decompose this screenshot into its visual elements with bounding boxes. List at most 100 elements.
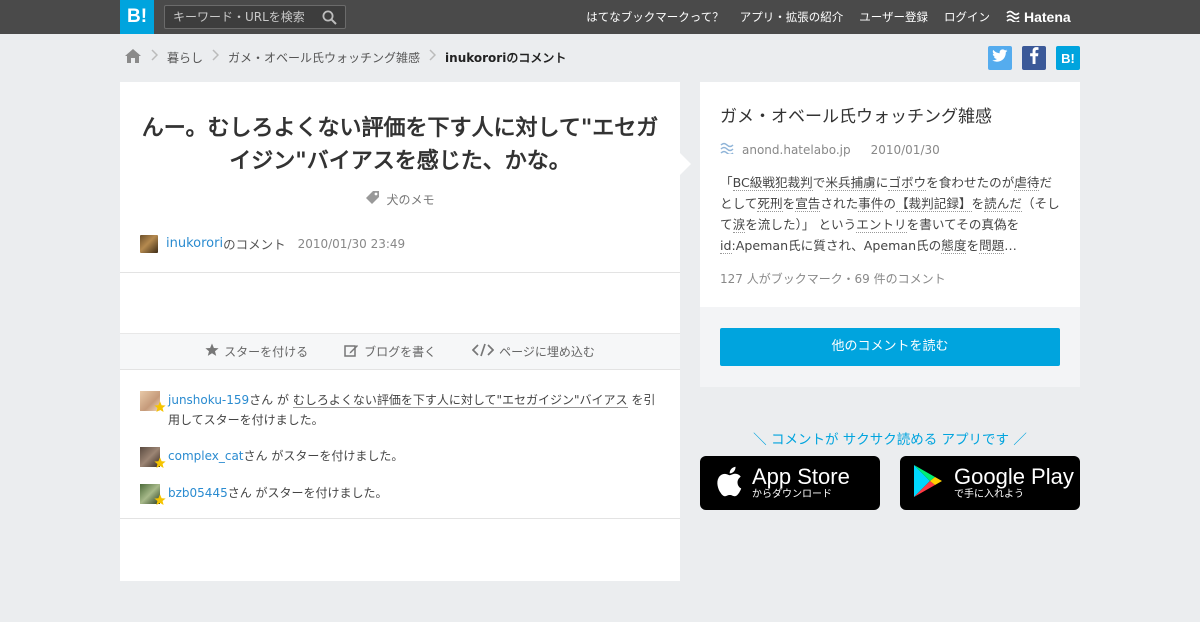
share-buttons: B! xyxy=(988,46,1080,70)
star-text: complex_catさん がスターを付けました。 xyxy=(168,449,404,463)
star-row: bzb05445さん がスターを付けました。 xyxy=(140,483,660,506)
entry-domain[interactable]: anond.hatelabo.jp xyxy=(742,143,851,157)
keyword-link[interactable]: 死刑 xyxy=(757,196,783,212)
star-username[interactable]: junshoku-159 xyxy=(168,393,249,407)
star-text: junshoku-159さん が むしろよくない評価を下す人に対して"エセガイジ… xyxy=(168,393,656,427)
entry-excerpt: 「BC級戦犯裁判で米兵捕虜にゴボウを食わせたのが虐待だとして死刑を宣告された事件… xyxy=(720,172,1060,256)
nav-about[interactable]: はてなブックマークって？ xyxy=(586,9,723,25)
tag-label: 犬のメモ xyxy=(386,192,435,207)
search-box[interactable] xyxy=(164,5,346,29)
star-icon xyxy=(205,343,219,360)
comment-header: んー。むしろよくない評価を下す人に対して"エセガイジン"バイアスを感じた、かな。… xyxy=(120,82,680,273)
keyword-link[interactable]: 虐待 xyxy=(1014,175,1040,191)
star-username[interactable]: bzb05445 xyxy=(168,486,228,500)
star-text: bzb05445さん がスターを付けました。 xyxy=(168,486,388,500)
footer-strip xyxy=(0,622,1200,630)
excerpt-text: 「 xyxy=(720,175,733,190)
author-suffix: のコメント xyxy=(223,237,286,252)
google-play-button[interactable]: Google Play で手に入れよう xyxy=(900,456,1080,510)
keyword-link[interactable]: 事件 xyxy=(858,196,884,212)
breadcrumb-current: inukororiのコメント xyxy=(445,50,567,65)
keyword-link[interactable]: 宣告 xyxy=(795,196,821,212)
avatar[interactable] xyxy=(140,484,166,506)
facebook-icon xyxy=(1029,47,1039,69)
breadcrumb-chevron-icon xyxy=(429,49,437,65)
keyword-link[interactable]: 米兵捕虜 xyxy=(825,175,876,191)
star-icon xyxy=(154,399,166,419)
write-blog-label: ブログを書く xyxy=(364,345,437,359)
star-icon xyxy=(154,492,166,512)
excerpt-text: を食わせたのが xyxy=(926,175,1015,190)
write-blog-button[interactable]: ブログを書く xyxy=(344,343,436,361)
embed-button[interactable]: ページに埋め込む xyxy=(471,343,595,360)
top-bar: B! はてなブックマークって？ アプリ・拡張の紹介 ユーザー登録 ログイン Ha… xyxy=(0,0,1200,34)
comment-author: inukorori のコメント 2010/01/30 23:49 xyxy=(140,234,405,253)
read-more-area: 他のコメントを読む xyxy=(700,307,1080,387)
star-quote[interactable]: むしろよくない評価を下す人に対して"エセガイジン"バイアス xyxy=(292,393,628,408)
google-play-text: Google Play で手に入れよう xyxy=(954,464,1074,501)
search-icon[interactable] xyxy=(322,10,337,29)
comment-text: んー。むしろよくない評価を下す人に対して"エセガイジン"バイアスを感じた、かな。 xyxy=(141,116,659,174)
excerpt-text: を流した）」 という xyxy=(745,217,857,232)
breadcrumb-chevron-icon xyxy=(151,49,159,65)
keyword-link[interactable]: BC級戦犯裁判 xyxy=(732,175,813,191)
author-username[interactable]: inukorori xyxy=(166,236,223,251)
avatar[interactable] xyxy=(140,391,166,413)
star-row: complex_catさん がスターを付けました。 xyxy=(140,446,660,469)
facebook-share-button[interactable] xyxy=(1022,46,1046,70)
app-store-button[interactable]: App Store からダウンロード xyxy=(700,456,880,510)
excerpt-text: に xyxy=(875,175,889,190)
breadcrumb: 暮らし ガメ・オベール氏ウォッチング雑感 inukororiのコメント xyxy=(124,46,566,68)
avatar[interactable] xyxy=(140,447,166,469)
hatena-brand-link[interactable]: Hatena xyxy=(1006,0,1071,34)
tag-icon xyxy=(365,190,380,208)
star-row: junshoku-159さん が むしろよくない評価を下す人に対して"エセガイジ… xyxy=(140,390,660,430)
keyword-link[interactable]: 【裁判記録】 xyxy=(895,196,972,212)
entry-title[interactable]: ガメ・オベール氏ウォッチング雑感 xyxy=(720,102,992,127)
add-star-button[interactable]: スターを付ける xyxy=(205,343,308,360)
breadcrumb-entry[interactable]: ガメ・オベール氏ウォッチング雑感 xyxy=(228,49,420,66)
hatena-bookmark-share-button[interactable]: B! xyxy=(1056,46,1080,70)
app-store-text: App Store からダウンロード xyxy=(752,464,850,501)
code-icon xyxy=(471,343,495,360)
keyword-link[interactable]: 涙 xyxy=(732,217,746,233)
comment-actions: スターを付ける ブログを書く ページに埋め込む xyxy=(120,334,680,370)
home-icon[interactable] xyxy=(124,48,142,67)
excerpt-text: された xyxy=(820,196,859,211)
keyword-link[interactable]: ゴボウ xyxy=(888,175,927,191)
top-nav: はてなブックマークって？ アプリ・拡張の紹介 ユーザー登録 ログイン xyxy=(586,0,990,34)
search-input[interactable] xyxy=(165,6,315,28)
bookmark-counts[interactable]: 127 人がブックマーク・69 件のコメント xyxy=(720,270,946,287)
read-other-comments-button[interactable]: 他のコメントを読む xyxy=(720,328,1060,366)
keyword-link[interactable]: 問題 xyxy=(979,238,1005,254)
apple-icon xyxy=(716,466,742,501)
entry-date: 2010/01/30 xyxy=(870,142,940,157)
app-promo-text: ＼ コメントが サクサク読める アプリです ／ xyxy=(753,432,1027,448)
keyword-link[interactable]: 態度 xyxy=(941,238,967,254)
site-favicon-icon xyxy=(720,142,734,157)
google-play-icon xyxy=(912,464,944,502)
twitter-icon xyxy=(992,48,1008,68)
star-list: junshoku-159さん が むしろよくない評価を下す人に対して"エセガイジ… xyxy=(120,370,680,519)
panel-pointer xyxy=(680,153,691,175)
keyword-link[interactable]: エントリ xyxy=(856,217,907,233)
nav-login[interactable]: ログイン xyxy=(944,9,990,25)
avatar[interactable] xyxy=(140,234,158,253)
star-username[interactable]: complex_cat xyxy=(168,449,244,463)
keyword-link[interactable]: 読んだ xyxy=(984,196,1022,212)
breadcrumb-category[interactable]: 暮らし xyxy=(167,49,203,66)
entry-meta: anond.hatelabo.jp 2010/01/30 xyxy=(720,142,940,157)
comment-date[interactable]: 2010/01/30 23:49 xyxy=(298,237,406,251)
excerpt-text: の xyxy=(883,196,896,211)
excerpt-text: を xyxy=(971,196,985,211)
nav-register[interactable]: ユーザー登録 xyxy=(859,9,928,25)
comment-spacer xyxy=(120,273,680,334)
comment-tag[interactable]: 犬のメモ xyxy=(120,190,680,208)
hatena-bookmark-logo[interactable]: B! xyxy=(120,0,154,34)
hatena-brand-text: Hatena xyxy=(1024,9,1071,25)
excerpt-text: を書いてその真偽を xyxy=(906,217,1020,232)
nav-apps[interactable]: アプリ・拡張の紹介 xyxy=(740,9,844,25)
keyword-link[interactable]: id xyxy=(720,238,732,254)
excerpt-text: を xyxy=(966,238,980,253)
twitter-share-button[interactable] xyxy=(988,46,1012,70)
